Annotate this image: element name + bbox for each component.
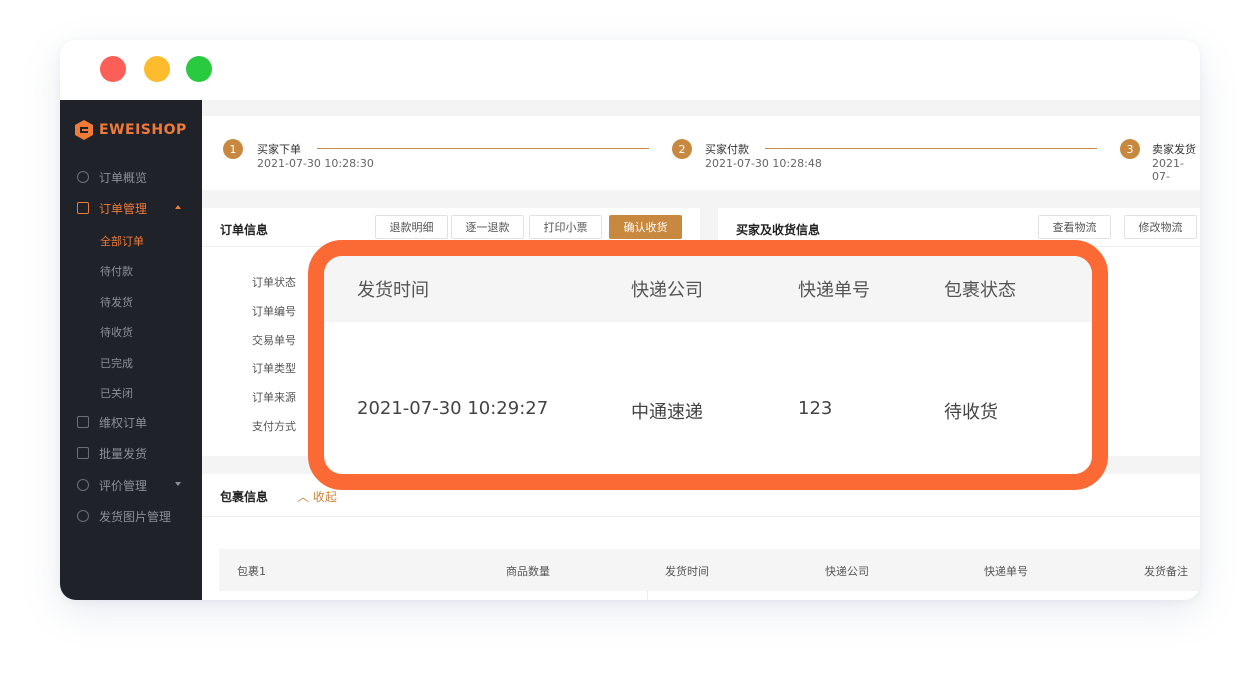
sidebar-subitem-pending-shipment[interactable]: 待发货 xyxy=(100,294,133,310)
collapse-label: 收起 xyxy=(312,490,337,504)
sidebar-item-label: 维权订单 xyxy=(99,415,148,430)
sidebar-item-label: 订单概览 xyxy=(99,170,148,185)
column-header: 快递单号 xyxy=(798,280,870,301)
field-label: 订单类型 xyxy=(252,362,296,375)
step-time: 2021-07- xyxy=(1152,157,1184,183)
collapse-toggle[interactable]: ︿ 收起 xyxy=(297,488,337,505)
step-connector xyxy=(765,148,1097,149)
sidebar: EWEISHOP 订单概览 订单管理 全部订单 待付款 待发货 待收货 已完成 … xyxy=(60,100,202,600)
brand-name: EWEISHOP xyxy=(99,122,187,138)
print-receipt-button[interactable]: 打印小票 xyxy=(529,215,602,239)
sidebar-subitem-all-orders[interactable]: 全部订单 xyxy=(100,233,144,249)
title-bar xyxy=(60,40,1200,100)
refund-each-button[interactable]: 逐一退款 xyxy=(451,215,524,239)
edit-logistics-button[interactable]: 修改物流 xyxy=(1124,215,1197,239)
step-label: 卖家发货 xyxy=(1152,143,1196,156)
column-header: 包裹状态 xyxy=(944,280,1016,301)
field-label: 交易单号 xyxy=(252,334,296,347)
shipment-detail-callout: 发货时间 快递公司 快递单号 包裹状态 2021-07-30 10:29:27 … xyxy=(308,240,1108,490)
minimize-window-button[interactable] xyxy=(144,56,170,82)
sidebar-item-label: 评价管理 xyxy=(99,478,148,493)
order-info-title: 订单信息 xyxy=(220,223,269,237)
sidebar-item-reviews[interactable]: 评价管理 xyxy=(60,473,202,497)
step-number: 2 xyxy=(672,139,692,159)
step-label: 买家付款 xyxy=(705,143,749,156)
courier-cell: 中通速递 xyxy=(631,402,703,423)
checkbox-icon xyxy=(77,447,89,459)
divider xyxy=(202,516,1200,517)
field-label: 订单状态 xyxy=(252,276,296,289)
sidebar-subitem-pending-payment[interactable]: 待付款 xyxy=(100,263,133,279)
sidebar-subitem-pending-receipt[interactable]: 待收货 xyxy=(100,324,133,340)
sidebar-subitem-closed[interactable]: 已关闭 xyxy=(100,385,133,401)
field-label: 支付方式 xyxy=(252,420,296,433)
close-window-button[interactable] xyxy=(100,56,126,82)
comment-icon xyxy=(77,479,89,491)
sidebar-item-batch-ship[interactable]: 批量发货 xyxy=(60,441,202,465)
view-logistics-button[interactable]: 查看物流 xyxy=(1038,215,1111,239)
divider xyxy=(647,591,648,600)
column-header: 快递公司 xyxy=(825,565,869,578)
column-header: 快递单号 xyxy=(984,565,1028,578)
step-time: 2021-07-30 10:28:30 xyxy=(257,157,374,170)
step-connector xyxy=(317,148,649,149)
step-number: 3 xyxy=(1120,139,1140,159)
maximize-window-button[interactable] xyxy=(186,56,212,82)
chevron-up-icon xyxy=(175,205,181,209)
column-header: 包裹1 xyxy=(237,565,266,578)
package-info-panel: 包裹信息 ︿ 收起 包裹1 商品数量 发货时间 快递公司 快递单号 发货备注 xyxy=(202,474,1200,600)
field-label: 订单来源 xyxy=(252,391,296,404)
sidebar-item-order-management[interactable]: 订单管理 xyxy=(60,196,202,220)
brand-logo-icon xyxy=(75,120,93,140)
buyer-info-title: 买家及收货信息 xyxy=(736,223,821,237)
image-icon xyxy=(77,510,89,522)
step-label: 买家下单 xyxy=(257,143,301,156)
grid-icon xyxy=(77,416,89,428)
clock-icon xyxy=(77,171,89,183)
sidebar-item-ship-images[interactable]: 发货图片管理 xyxy=(60,504,202,528)
sidebar-item-label: 批量发货 xyxy=(99,446,148,461)
document-icon xyxy=(77,202,89,214)
confirm-receipt-button[interactable]: 确认收货 xyxy=(609,215,682,239)
refund-details-button[interactable]: 退款明细 xyxy=(375,215,448,239)
chevron-down-icon xyxy=(175,482,181,486)
package-status-cell: 待收货 xyxy=(944,402,998,423)
package-table-header: 包裹1 商品数量 发货时间 快递公司 快递单号 发货备注 xyxy=(219,549,1200,591)
column-header: 发货时间 xyxy=(665,565,709,578)
order-progress-steps: 1 买家下单 2021-07-30 10:28:30 2 买家付款 2021-0… xyxy=(202,116,1200,190)
sidebar-item-label: 订单管理 xyxy=(99,201,148,216)
sidebar-subitem-completed[interactable]: 已完成 xyxy=(100,355,133,371)
sidebar-item-label: 发货图片管理 xyxy=(99,509,172,524)
column-header: 快递公司 xyxy=(631,280,703,301)
chevron-up-icon: ︿ xyxy=(297,490,310,504)
step-time: 2021-07-30 10:28:48 xyxy=(705,157,822,170)
column-header: 发货时间 xyxy=(357,280,429,301)
step-number: 1 xyxy=(223,139,243,159)
ship-time-cell: 2021-07-30 10:29:27 xyxy=(357,398,549,419)
brand-logo[interactable]: EWEISHOP xyxy=(75,120,187,140)
column-header: 发货备注 xyxy=(1144,565,1188,578)
column-header: 商品数量 xyxy=(506,565,550,578)
callout-table-header: 发货时间 快递公司 快递单号 包裹状态 xyxy=(324,256,1092,322)
sidebar-item-disputes[interactable]: 维权订单 xyxy=(60,410,202,434)
sidebar-item-order-overview[interactable]: 订单概览 xyxy=(60,165,202,189)
package-info-title: 包裹信息 xyxy=(220,490,269,504)
field-label: 订单编号 xyxy=(252,305,296,318)
tracking-number-cell: 123 xyxy=(798,398,833,419)
